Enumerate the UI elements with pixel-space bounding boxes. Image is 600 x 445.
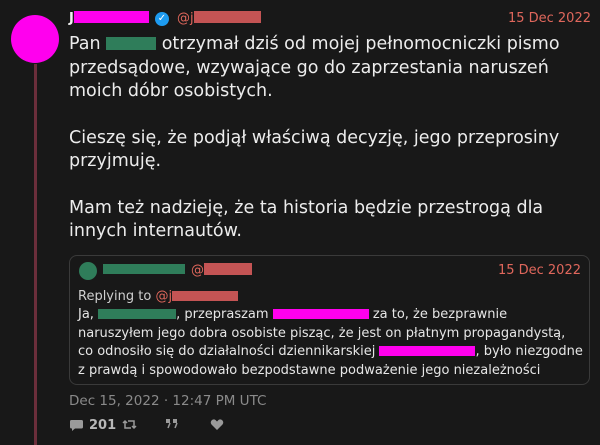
quoted-tweet[interactable]: @ 15 Dec 2022 Replying to @j Ja, , przep…	[69, 255, 590, 385]
quoted-text-part: Ja,	[78, 307, 99, 322]
thread-line	[34, 64, 37, 445]
quoted-date[interactable]: 15 Dec 2022	[498, 263, 581, 278]
verified-icon: ✓	[155, 12, 169, 26]
redacted-handle	[172, 291, 239, 301]
redacted-name	[98, 309, 177, 319]
comment-icon	[69, 419, 84, 432]
retweet-icon	[122, 418, 137, 431]
handle-prefix: @j	[177, 11, 194, 26]
handle-prefix: @j	[155, 289, 173, 304]
author-handle[interactable]: @j	[177, 11, 261, 26]
tweet-paragraph: Pan otrzymał dziś od mojej pełnomocniczk…	[69, 33, 594, 104]
quote-icon	[165, 418, 179, 430]
quoted-text-part: , przepraszam	[176, 307, 273, 322]
paragraph-text: Pan	[69, 34, 107, 54]
author-name[interactable]: J	[69, 11, 149, 26]
reply-count: 201	[89, 418, 117, 433]
redacted-name	[73, 11, 149, 23]
tweet-body: Pan otrzymał dziś od mojej pełnomocniczk…	[69, 33, 594, 267]
quoted-author-handle[interactable]: @	[191, 263, 252, 278]
quoted-text: Ja, , przepraszam za to, że bezprawnie n…	[78, 306, 583, 380]
like-icon	[210, 418, 224, 431]
redacted-name	[379, 346, 476, 356]
avatar[interactable]	[11, 15, 59, 63]
quoted-avatar[interactable]	[79, 262, 97, 280]
replying-to: Replying to @j	[78, 289, 239, 304]
replying-handle[interactable]: @j	[155, 289, 239, 304]
quote-button[interactable]	[165, 418, 179, 430]
tweet-header: J ✓ @j 15 Dec 2022	[69, 11, 591, 29]
retweet-button[interactable]	[122, 418, 137, 431]
replying-label: Replying to	[78, 289, 156, 304]
like-button[interactable]	[210, 418, 224, 431]
redacted-handle	[193, 11, 261, 23]
quoted-author-name[interactable]	[103, 264, 185, 274]
tweet-paragraph: Cieszę się, że podjął właściwą decyzję, …	[69, 127, 560, 172]
tweet-date[interactable]: 15 Dec 2022	[508, 11, 591, 26]
handle-prefix: @	[191, 263, 204, 278]
redacted-name	[106, 37, 157, 50]
redacted-name	[272, 309, 369, 319]
tweet-paragraph: Mam też nadzieję, że ta historia będzie …	[69, 197, 544, 242]
tweet-timestamp[interactable]: Dec 15, 2022 · 12:47 PM UTC	[69, 393, 266, 409]
redacted-handle	[204, 263, 252, 275]
reply-button[interactable]: 201	[69, 418, 116, 433]
